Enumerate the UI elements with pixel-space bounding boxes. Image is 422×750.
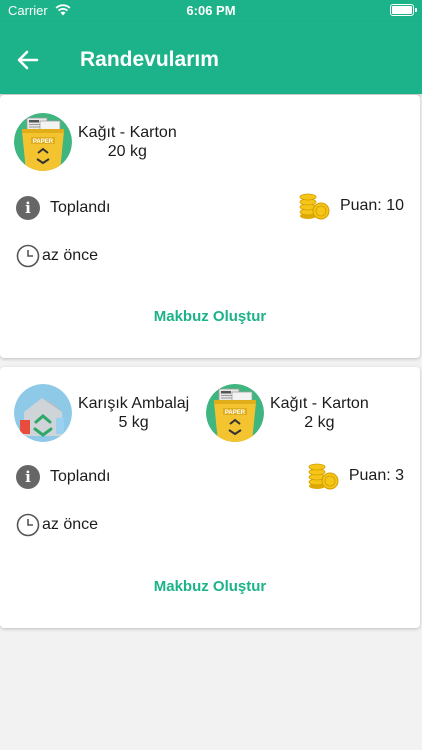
waste-item-details: Karışık Ambalaj 5 kg xyxy=(78,394,189,432)
time-text: az önce xyxy=(42,247,99,264)
status-row: i Toplandı xyxy=(16,465,111,489)
info-icon: i xyxy=(16,196,40,220)
clock-icon xyxy=(16,513,40,537)
waste-item-weight: 2 kg xyxy=(304,414,335,431)
clock-icon xyxy=(16,244,40,268)
points-row: Puan: 3 xyxy=(307,462,404,490)
navigation-bar: Randevularım xyxy=(0,22,422,94)
status-bar: Carrier 6:06 PM xyxy=(0,0,422,22)
waste-item: PAPER Kağıt - Karton 2 kg xyxy=(206,384,369,442)
waste-item-name: Kağıt - Karton xyxy=(78,124,177,141)
appointment-card: Karışık Ambalaj 5 kg PAPER Kağıt - Karto… xyxy=(0,367,420,628)
info-icon: i xyxy=(16,465,40,489)
status-text: Toplandı xyxy=(50,468,111,485)
appointment-card: PAPER Kağıt - Karton 20 kg i Toplandı Pu… xyxy=(0,95,420,358)
points-text: Puan: 3 xyxy=(348,467,404,484)
status-row: i Toplandı xyxy=(16,196,111,220)
battery-icon xyxy=(390,4,417,16)
waste-item: Karışık Ambalaj 5 kg xyxy=(14,384,189,442)
packaging-recycle-icon xyxy=(14,384,72,442)
clock-time: 6:06 PM xyxy=(186,3,236,18)
points-row: Puan: 10 xyxy=(298,192,404,220)
points-text: Puan: 10 xyxy=(339,197,404,214)
paper-recycle-icon: PAPER xyxy=(14,113,72,171)
status-text: Toplandı xyxy=(50,199,111,216)
waste-item-name: Kağıt - Karton xyxy=(270,395,369,412)
time-text: az önce xyxy=(42,516,99,533)
svg-text:PAPER: PAPER xyxy=(225,410,246,416)
paper-recycle-icon: PAPER xyxy=(206,384,264,442)
waste-item-details: Kağıt - Karton 2 kg xyxy=(270,394,369,432)
create-receipt-button[interactable]: Makbuz Oluştur xyxy=(0,578,420,595)
waste-item-details: Kağıt - Karton 20 kg xyxy=(78,123,177,161)
time-row: az önce xyxy=(16,513,98,537)
waste-item-weight: 5 kg xyxy=(118,414,149,431)
coins-icon xyxy=(308,463,339,490)
svg-text:PAPER: PAPER xyxy=(33,139,54,145)
waste-item-name: Karışık Ambalaj xyxy=(78,395,190,412)
create-receipt-button[interactable]: Makbuz Oluştur xyxy=(0,308,420,325)
coins-icon xyxy=(299,193,330,220)
waste-item-weight: 20 kg xyxy=(107,143,147,160)
time-row: az önce xyxy=(16,244,98,268)
back-arrow-icon[interactable] xyxy=(14,46,42,74)
page-title: Randevularım xyxy=(80,48,219,71)
waste-item: PAPER Kağıt - Karton 20 kg xyxy=(14,113,177,171)
